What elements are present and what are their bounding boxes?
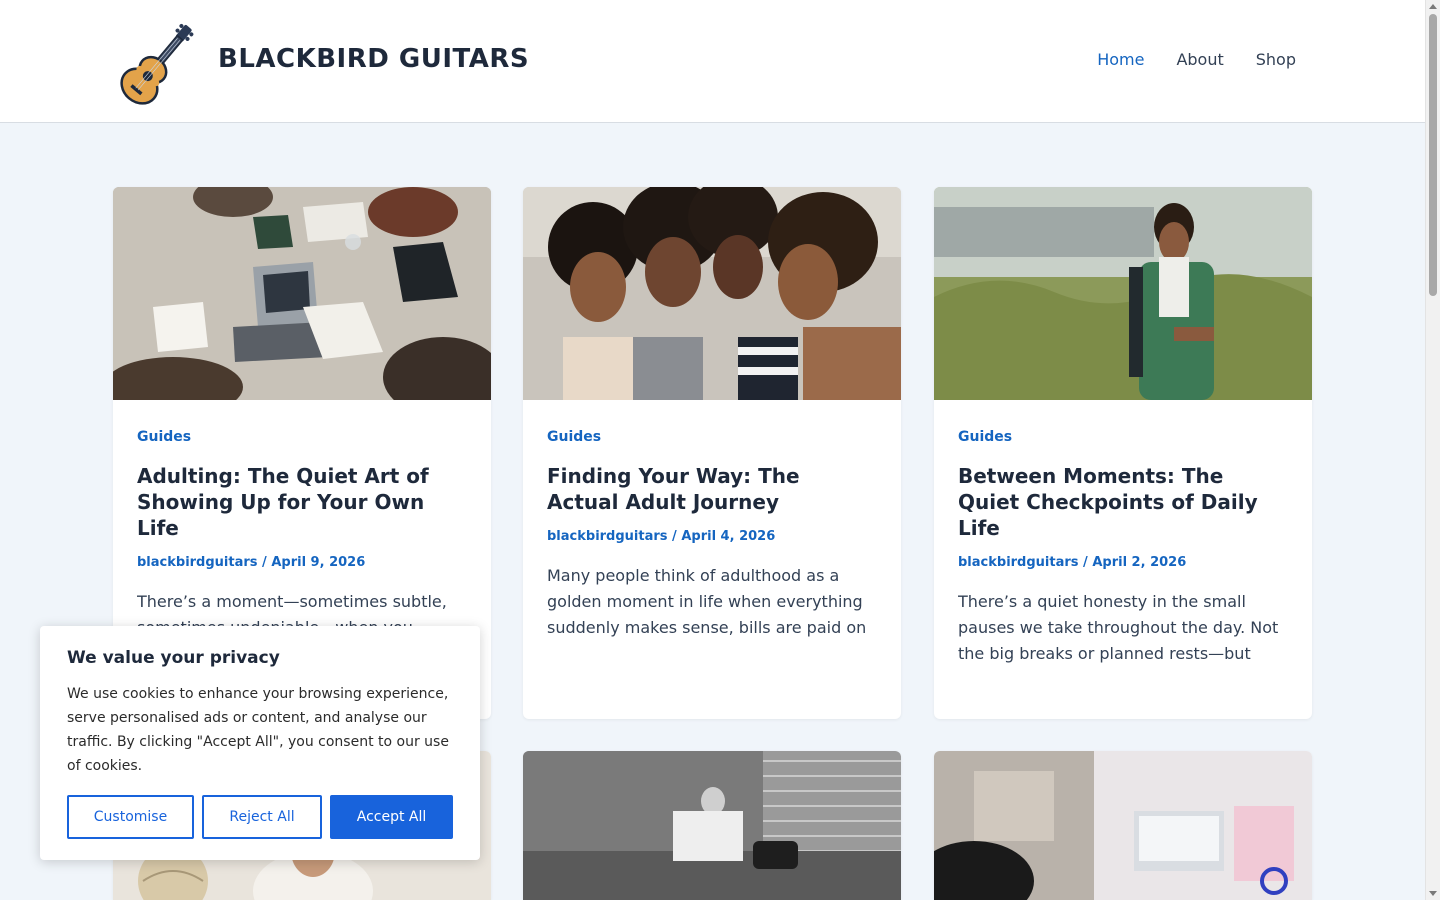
- site-title[interactable]: BLACKBIRD GUITARS: [218, 44, 529, 74]
- accept-all-button[interactable]: Accept All: [330, 795, 453, 839]
- post-thumbnail[interactable]: [934, 187, 1312, 400]
- post-card: [523, 751, 901, 900]
- nav-home[interactable]: Home: [1097, 50, 1144, 69]
- post-card: Guides Between Moments: The Quiet Checkp…: [934, 187, 1312, 719]
- post-thumbnail[interactable]: [523, 751, 901, 900]
- post-author[interactable]: blackbirdguitars: [547, 529, 668, 544]
- cookie-consent-banner: We value your privacy We use cookies to …: [40, 626, 480, 860]
- post-meta: blackbirdguitars / April 4, 2026: [547, 529, 775, 544]
- post-meta: blackbirdguitars / April 2, 2026: [958, 555, 1186, 570]
- post-category[interactable]: Guides: [137, 429, 191, 445]
- post-date[interactable]: April 2, 2026: [1092, 555, 1186, 570]
- post-thumbnail[interactable]: [934, 751, 1312, 900]
- post-card: Guides Finding Your Way: The Actual Adul…: [523, 187, 901, 719]
- post-date[interactable]: April 9, 2026: [271, 555, 365, 570]
- cookie-text: We use cookies to enhance your browsing …: [67, 686, 449, 774]
- post-thumbnail[interactable]: [523, 187, 901, 400]
- guitar-icon[interactable]: [117, 18, 201, 106]
- scroll-up-arrow-icon[interactable]: [1429, 4, 1437, 9]
- site-header: BLACKBIRD GUITARS Home About Shop: [0, 0, 1425, 123]
- meta-separator: /: [667, 529, 682, 544]
- customise-button[interactable]: Customise: [67, 795, 194, 839]
- post-category[interactable]: Guides: [547, 429, 601, 445]
- page-scrollbar[interactable]: [1425, 0, 1440, 900]
- scroll-down-arrow-icon[interactable]: [1429, 891, 1437, 896]
- post-title[interactable]: Between Moments: The Quiet Checkpoints o…: [958, 463, 1288, 541]
- post-card: [934, 751, 1312, 900]
- meta-separator: /: [257, 555, 272, 570]
- post-category[interactable]: Guides: [958, 429, 1012, 445]
- meta-separator: /: [1078, 555, 1093, 570]
- post-meta: blackbirdguitars / April 9, 2026: [137, 555, 365, 570]
- post-excerpt: Many people think of adulthood as a gold…: [547, 566, 867, 637]
- post-title[interactable]: Adulting: The Quiet Art of Showing Up fo…: [137, 463, 467, 541]
- post-excerpt: There’s a quiet honesty in the small pau…: [958, 592, 1279, 663]
- post-author[interactable]: blackbirdguitars: [958, 555, 1079, 570]
- reject-all-button[interactable]: Reject All: [202, 795, 322, 839]
- nav-shop[interactable]: Shop: [1256, 50, 1296, 69]
- post-date[interactable]: April 4, 2026: [681, 529, 775, 544]
- post-author[interactable]: blackbirdguitars: [137, 555, 258, 570]
- cookie-title: We value your privacy: [67, 648, 280, 668]
- nav-about[interactable]: About: [1176, 50, 1223, 69]
- main-nav: Home About Shop: [1097, 50, 1296, 69]
- scroll-thumb[interactable]: [1429, 14, 1437, 296]
- post-title[interactable]: Finding Your Way: The Actual Adult Journ…: [547, 463, 877, 515]
- post-thumbnail[interactable]: [113, 187, 491, 400]
